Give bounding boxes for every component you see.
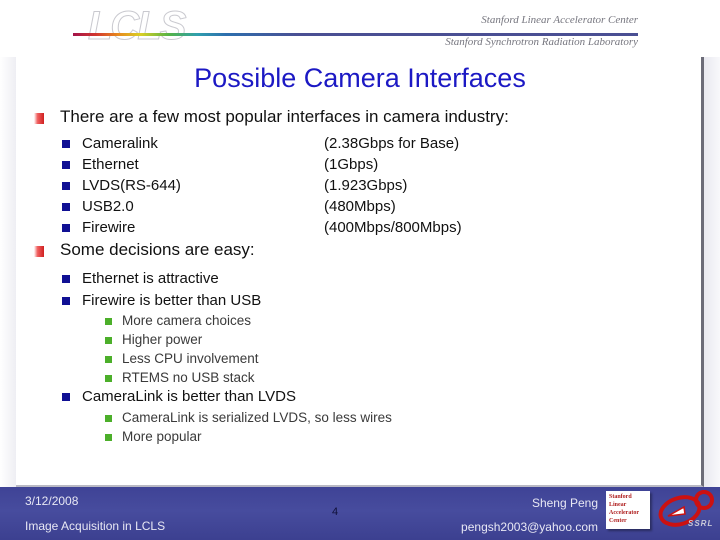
navy-bullet-icon [62, 275, 70, 283]
green-bullet-icon [105, 375, 112, 382]
footer-subject: Image Acquisition in LCLS [25, 519, 166, 533]
interface-spec: (480Mbps) [324, 198, 396, 215]
interface-name: Firewire [82, 219, 136, 236]
interface-name: Cameralink [82, 135, 158, 152]
slide: LCLS Stanford Linear Accelerator Center … [0, 0, 720, 540]
interface-spec: (400Mbps/800Mbps) [324, 219, 462, 236]
bullet-text: There are a few most popular interfaces … [60, 107, 509, 126]
footer-email: pengsh2003@yahoo.com [461, 520, 598, 534]
slac-logo-line-3: Accelerator [609, 510, 639, 516]
list-item-lvds: LVDS(RS-644) (1.923Gbps) [62, 177, 407, 194]
interface-name: LVDS(RS-644) [82, 177, 181, 194]
green-bullet-icon [105, 318, 112, 325]
bullet-decisions-heading: Some decisions are easy: [34, 240, 255, 260]
bullet-interfaces-heading: There are a few most popular interfaces … [34, 107, 509, 127]
interface-name: Ethernet [82, 156, 139, 173]
green-bullet-icon [105, 434, 112, 441]
list-item-ethernet: Ethernet (1Gbps) [62, 156, 378, 173]
reason-text: Less CPU involvement [122, 351, 259, 366]
list-item-ethernet-attractive: Ethernet is attractive [62, 270, 219, 287]
red-bullet-icon [34, 113, 44, 124]
footer-page-number: 4 [332, 506, 339, 518]
interface-spec: (1Gbps) [324, 156, 379, 173]
interface-name: USB2.0 [82, 198, 134, 215]
list-item-cameralink: Cameralink (2.38Gbps for Base) [62, 135, 459, 152]
interface-spec: (1.923Gbps) [324, 177, 408, 194]
green-bullet-icon [105, 337, 112, 344]
navy-bullet-icon [62, 140, 70, 148]
decision-text: Firewire is better than USB [82, 292, 262, 309]
navy-bullet-icon [62, 224, 70, 232]
decision-text: CameraLink is better than LVDS [82, 388, 296, 405]
reason-item: Higher power [105, 332, 202, 347]
reason-text: RTEMS no USB stack [122, 370, 255, 385]
list-item-cameralink-better: CameraLink is better than LVDS [62, 388, 296, 405]
navy-bullet-icon [62, 297, 70, 305]
ssrl-logo-text: SSRL [688, 519, 714, 528]
slac-logo-line-2: Linear [609, 502, 627, 508]
reason-item: More popular [105, 429, 202, 444]
banner-org-line-1: Stanford Linear Accelerator Center [481, 14, 638, 26]
reason-text: Higher power [122, 332, 203, 347]
page-title: Possible Camera Interfaces [194, 63, 526, 93]
interface-spec: (2.38Gbps for Base) [324, 135, 460, 152]
slac-logo-line-4: Center [609, 518, 627, 524]
slac-logo-line-1: Stanford [609, 494, 632, 500]
slac-logo: Stanford Linear Accelerator Center [606, 491, 650, 529]
navy-bullet-icon [62, 393, 70, 401]
slide-body: Possible Camera Interfaces There are a f… [16, 57, 704, 487]
reason-text: CameraLink is serialized LVDS, so less w… [122, 410, 392, 425]
list-item-firewire: Firewire (400Mbps/800Mbps) [62, 219, 462, 236]
lcls-logo: LCLS [87, 4, 186, 49]
decision-text: Ethernet is attractive [82, 270, 219, 287]
red-bullet-icon [34, 246, 44, 257]
reason-item: More camera choices [105, 313, 251, 328]
reason-item: CameraLink is serialized LVDS, so less w… [105, 410, 392, 425]
navy-bullet-icon [62, 182, 70, 190]
left-edge-shading [0, 57, 16, 487]
bullet-text: Some decisions are easy: [60, 240, 255, 259]
reason-item: Less CPU involvement [105, 351, 259, 366]
list-item-firewire-better: Firewire is better than USB [62, 292, 261, 309]
right-edge-shading [704, 57, 720, 487]
banner-org-line-2: Stanford Synchrotron Radiation Laborator… [445, 36, 638, 48]
navy-bullet-icon [62, 203, 70, 211]
navy-bullet-icon [62, 161, 70, 169]
reason-text: More camera choices [122, 313, 252, 328]
footer-date: 3/12/2008 [25, 494, 79, 508]
green-bullet-icon [105, 356, 112, 363]
reason-item: RTEMS no USB stack [105, 370, 255, 385]
reason-text: More popular [122, 429, 202, 444]
green-bullet-icon [105, 415, 112, 422]
slide-banner: LCLS Stanford Linear Accelerator Center … [0, 0, 720, 58]
footer-author: Sheng Peng [531, 496, 598, 510]
list-item-usb2: USB2.0 (480Mbps) [62, 198, 396, 215]
